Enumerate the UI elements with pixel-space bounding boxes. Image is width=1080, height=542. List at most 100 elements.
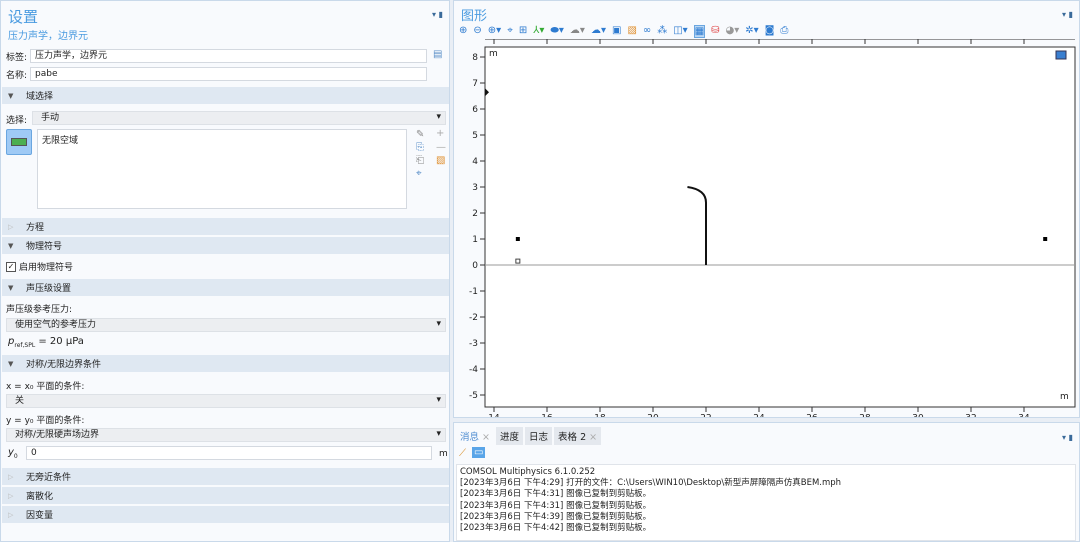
log-line: [2023年3月6日 下午4:39] 图像已复制到剪贴板。 (460, 511, 652, 522)
center-icon[interactable]: ⌖ (507, 25, 513, 38)
y-tick-label: 7 (472, 79, 478, 89)
y-tick-label: 8 (472, 53, 478, 63)
clipboard-icon[interactable]: ⎗ (416, 155, 424, 166)
x-tick-label: 24 (753, 414, 765, 417)
geometry-plot[interactable]: 1416182022242628303234876543210-1-2-3-4-… (454, 39, 1079, 417)
point-receiver (1043, 237, 1048, 241)
close-icon[interactable]: × (482, 432, 490, 443)
clear-messages-icon[interactable]: ⟋ (459, 448, 466, 459)
selection-dropdown[interactable]: 手动 (32, 111, 446, 125)
y-tick-label: 6 (472, 105, 478, 115)
y-tick-label: 5 (472, 131, 478, 141)
axes-icon[interactable]: ⅄▾ (533, 25, 544, 38)
select-icon[interactable]: ▣ (612, 25, 621, 38)
grid-icon[interactable]: ⁂ (657, 25, 667, 38)
spl-ref-dropdown[interactable]: 使用空气的参考压力 (6, 318, 446, 332)
lights-icon[interactable]: ☁▾ (570, 25, 585, 38)
message-log: COMSOL Multiphysics 6.1.0.252 [2023年3月6日… (456, 464, 1076, 541)
section-equation[interactable]: ▷ 方程 (2, 218, 449, 235)
section-symmetry[interactable]: ▼ 对称/无限边界条件 (2, 355, 449, 372)
log-line: [2023年3月6日 下午4:31] 图像已复制到剪贴板。 (460, 489, 652, 500)
x-tick-label: 26 (806, 414, 818, 417)
y-tick-label: -4 (469, 365, 478, 375)
enable-symbols-checkbox[interactable]: ✓ (6, 261, 16, 272)
comment-icon[interactable]: ▤ (433, 49, 442, 60)
y0-input[interactable]: 0 (26, 446, 432, 460)
transparency-icon[interactable]: ⛁ (711, 25, 719, 38)
list-item[interactable]: 无限空域 (42, 136, 78, 146)
spl-ref-label: 声压级参考压力: (6, 305, 73, 315)
log-line: [2023年3月6日 下午4:42] 图像已复制到剪贴板。 (460, 523, 652, 534)
y-tick-label: -5 (469, 391, 478, 401)
section-discretization[interactable]: ▷ 离散化 (2, 487, 449, 504)
x-condition-dropdown[interactable]: 关 (6, 394, 446, 408)
y-tick-label: -3 (469, 339, 478, 349)
add-icon[interactable]: + (436, 128, 444, 139)
section-spl-settings[interactable]: ▼ 声压级设置 (2, 279, 449, 296)
log-line: [2023年3月6日 下午4:29] 打开的文件：C:\Users\WIN10\… (460, 478, 842, 489)
section-physics-symbols[interactable]: ▼ 物理符号 (2, 237, 449, 254)
paste-selection-icon[interactable]: ✎ (416, 129, 424, 140)
selection-list[interactable]: 无限空域 (37, 129, 407, 209)
pin-icon[interactable]: ▾ ▮ (1062, 10, 1073, 19)
messages-panel: 消息 × 进度 日志 表格 2 × ▾ ▮ ⟋ ▭ COMSOL Multiph… (453, 422, 1080, 542)
clear-icon[interactable]: ▧ (627, 25, 636, 38)
y-unit-label: m (489, 49, 498, 59)
y-tick-label: 0 (472, 261, 478, 271)
selection-label: 选择: (6, 116, 28, 126)
tab-messages[interactable]: 消息 × (456, 427, 495, 445)
render-icon[interactable]: ⬬▾ (550, 25, 564, 38)
name-label: 名称: (6, 70, 28, 81)
x-tick-label: 14 (488, 414, 500, 417)
y0-symbol: y0 (8, 447, 18, 460)
copy-selection-icon[interactable]: ⎘ (416, 142, 424, 153)
name-input[interactable]: pabe (30, 67, 427, 81)
tab-log[interactable]: 日志 (525, 427, 553, 445)
color-icon[interactable]: ◕▾ (726, 25, 740, 38)
x-tick-label: 20 (647, 414, 659, 417)
navigation-cube-icon (1055, 50, 1067, 60)
section-far-field[interactable]: ▷ 无旁近条件 (2, 468, 449, 485)
pin-icon[interactable]: ▾ ▮ (1062, 433, 1073, 442)
tab-table-2[interactable]: 表格 2 × (554, 427, 602, 445)
view-icon[interactable]: ◫▾ (673, 25, 687, 38)
camera-icon[interactable]: ◙ (765, 25, 775, 38)
section-dependent-variables[interactable]: ▷ 因变量 (2, 506, 449, 523)
link-icon[interactable]: ∞ (643, 25, 651, 38)
settings-panel: 设置 压力声学，边界元 ▾ ▮ 标签: 压力声学，边界元 ▤ 名称: pabe ▼ 域… (0, 0, 450, 542)
x-condition-label: x = x₀ 平面的条件: (6, 382, 85, 392)
domain-toggle-button[interactable] (6, 129, 32, 155)
point-source (515, 237, 520, 241)
panel-title: 设置 (8, 8, 39, 26)
graphics-toolbar: ⊕ ⊖ ⊕▾ ⌖ ⊞ ⅄▾ ⬬▾ ☁▾ ☁▾ ▣ ▧ ∞ ⁂ ◫▾ ▦ ⛁ ◕▾ ✲▾ ◙ ⎙ (459, 25, 788, 38)
scene-icon[interactable]: ☁▾ (591, 25, 606, 38)
y-tick-label: 3 (472, 183, 478, 193)
zoom-selection-icon[interactable]: ⌖ (416, 168, 422, 179)
x-tick-label: 22 (700, 414, 711, 417)
tab-progress[interactable]: 进度 (496, 427, 524, 445)
plot-area (484, 46, 1076, 408)
log-line: COMSOL Multiphysics 6.1.0.252 (460, 467, 596, 477)
label-input[interactable]: 压力声学，边界元 (30, 49, 427, 63)
zoom-in-icon[interactable]: ⊕ (459, 25, 467, 38)
point-open (515, 258, 521, 264)
section-domain-selection[interactable]: ▼ 域选择 (2, 87, 449, 104)
zoom-extents-icon[interactable]: ⊞ (519, 25, 527, 38)
wireframe-icon[interactable]: ▦ (693, 25, 706, 38)
x-unit-label: m (1060, 392, 1069, 402)
close-icon[interactable]: × (589, 432, 597, 443)
label-label: 标签: (6, 52, 28, 63)
log-line: [2023年3月6日 下午4:31] 图像已复制到剪贴板。 (460, 500, 652, 511)
remove-icon[interactable]: — (436, 142, 446, 153)
print-icon[interactable]: ⎙ (780, 25, 788, 38)
settings-icon[interactable]: ✲▾ (745, 25, 758, 38)
clear-selection-icon[interactable]: ▧ (436, 155, 445, 166)
y-condition-dropdown[interactable]: 对称/无限硬声场边界 (6, 428, 446, 442)
y-tick-label: -2 (469, 313, 478, 323)
zoom-box-icon[interactable]: ⊕▾ (488, 25, 501, 38)
copy-messages-icon[interactable]: ▭ (472, 447, 486, 458)
x-tick-label: 16 (541, 414, 553, 417)
panel-subtitle: 压力声学，边界元 (8, 31, 88, 42)
pin-icon[interactable]: ▾ ▮ (432, 10, 443, 19)
zoom-out-icon[interactable]: ⊖ (473, 25, 481, 38)
